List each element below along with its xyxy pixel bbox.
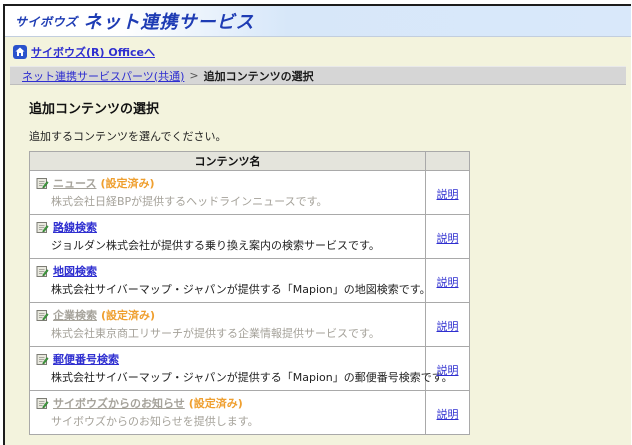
detail-cell: 説明 xyxy=(425,390,470,435)
content-name-cell: 郵便番号検索 株式会社サイバーマップ・ジャパンが提供する「Mapion」の郵便番… xyxy=(29,346,453,391)
breadcrumb: ネット連携サービスパーツ(共通) > 追加コンテンツの選択 xyxy=(10,66,626,85)
home-link-row: サイボウズ(R) Officeへ xyxy=(5,37,631,60)
content-description: 株式会社サイバーマップ・ジャパンが提供する「Mapion」の地図検索です。 xyxy=(51,283,431,296)
configured-badge: (設定済み) xyxy=(101,309,156,322)
content-link[interactable]: サイボウズからのお知らせ xyxy=(53,395,185,411)
detail-link[interactable]: 説明 xyxy=(437,364,459,377)
content-link[interactable]: 地図検索 xyxy=(53,263,97,279)
note-edit-icon xyxy=(36,265,49,278)
table-row: サイボウズからのお知らせ (設定済み) サイボウズからのお知らせを提供します。 … xyxy=(29,390,470,435)
content-name-cell: 地図検索 株式会社サイバーマップ・ジャパンが提供する「Mapion」の地図検索で… xyxy=(29,258,431,303)
configured-badge: (設定済み) xyxy=(100,177,155,190)
detail-link[interactable]: 説明 xyxy=(437,232,459,245)
note-edit-icon xyxy=(36,177,49,190)
breadcrumb-current: 追加コンテンツの選択 xyxy=(203,69,314,83)
content-name-cell: ニュース (設定済み) 株式会社日経BPが提供するヘッドラインニュースです。 xyxy=(29,170,426,215)
table-row: 郵便番号検索 株式会社サイバーマップ・ジャパンが提供する「Mapion」の郵便番… xyxy=(29,346,470,391)
note-edit-icon xyxy=(36,397,49,410)
content-link[interactable]: 企業検索 xyxy=(53,307,97,323)
configured-badge: (設定済み) xyxy=(188,397,243,410)
content-name-cell: 企業検索 (設定済み) 株式会社東京商工リサーチが提供する企業情報提供サービスで… xyxy=(29,302,426,347)
instruction-text: 追加するコンテンツを選んでください。 xyxy=(29,130,227,143)
content-name-cell: 路線検索 ジョルダン株式会社が提供する乗り換え案内の検索サービスです。 xyxy=(29,214,426,259)
detail-cell: 説明 xyxy=(425,170,470,215)
content-description: 株式会社日経BPが提供するヘッドラインニュースです。 xyxy=(51,195,328,208)
breadcrumb-separator: > xyxy=(189,69,199,82)
detail-cell: 説明 xyxy=(425,258,470,303)
content-link[interactable]: 路線検索 xyxy=(53,219,97,235)
page-title: 追加コンテンツの選択 xyxy=(29,102,160,117)
content-description: サイボウズからのお知らせを提供します。 xyxy=(51,415,259,428)
note-edit-icon xyxy=(36,309,49,322)
breadcrumb-parent-link[interactable]: ネット連携サービスパーツ(共通) xyxy=(22,68,184,84)
detail-cell: 説明 xyxy=(425,302,470,347)
table-row: 路線検索 ジョルダン株式会社が提供する乗り換え案内の検索サービスです。 説明 xyxy=(29,214,470,259)
brand-logo: サイボウズ xyxy=(15,14,78,29)
content-link[interactable]: ニュース xyxy=(53,175,96,191)
content-table-body: ニュース (設定済み) 株式会社日経BPが提供するヘッドラインニュースです。 説… xyxy=(29,170,470,435)
detail-column-header xyxy=(425,151,470,171)
note-edit-icon xyxy=(36,353,49,366)
content-description: ジョルダン株式会社が提供する乗り換え案内の検索サービスです。 xyxy=(51,239,380,252)
home-office-link[interactable]: サイボウズ(R) Officeへ xyxy=(31,44,155,60)
content-description: 株式会社東京商工リサーチが提供する企業情報提供サービスです。 xyxy=(51,327,380,340)
home-icon xyxy=(13,45,27,59)
detail-link[interactable]: 説明 xyxy=(437,276,459,289)
content-table: コンテンツ名 ニュース (設定済み) 株式会社日経BPが提供するヘッドラインニュ… xyxy=(29,151,470,435)
service-logo: ネット連携サービス xyxy=(83,12,255,33)
detail-cell: 説明 xyxy=(425,214,470,259)
table-row: 地図検索 株式会社サイバーマップ・ジャパンが提供する「Mapion」の地図検索で… xyxy=(29,258,470,303)
app-window: サイボウズ ネット連携サービス サイボウズ(R) Officeへ ネット連携サー… xyxy=(3,4,631,445)
main-content: 追加コンテンツの選択 追加するコンテンツを選んでください。 コンテンツ名 ニュー… xyxy=(5,85,631,435)
table-row: ニュース (設定済み) 株式会社日経BPが提供するヘッドラインニュースです。 説… xyxy=(29,170,470,215)
detail-link[interactable]: 説明 xyxy=(437,188,459,201)
note-edit-icon xyxy=(36,221,49,234)
content-name-cell: サイボウズからのお知らせ (設定済み) サイボウズからのお知らせを提供します。 xyxy=(29,390,426,435)
logo-bar: サイボウズ ネット連携サービス xyxy=(5,6,631,37)
content-name-column-header: コンテンツ名 xyxy=(29,151,426,171)
detail-link[interactable]: 説明 xyxy=(437,320,459,333)
detail-link[interactable]: 説明 xyxy=(437,408,459,421)
table-row: 企業検索 (設定済み) 株式会社東京商工リサーチが提供する企業情報提供サービスで… xyxy=(29,302,470,347)
content-link[interactable]: 郵便番号検索 xyxy=(53,351,119,367)
content-description: 株式会社サイバーマップ・ジャパンが提供する「Mapion」の郵便番号検索です。 xyxy=(51,371,453,384)
